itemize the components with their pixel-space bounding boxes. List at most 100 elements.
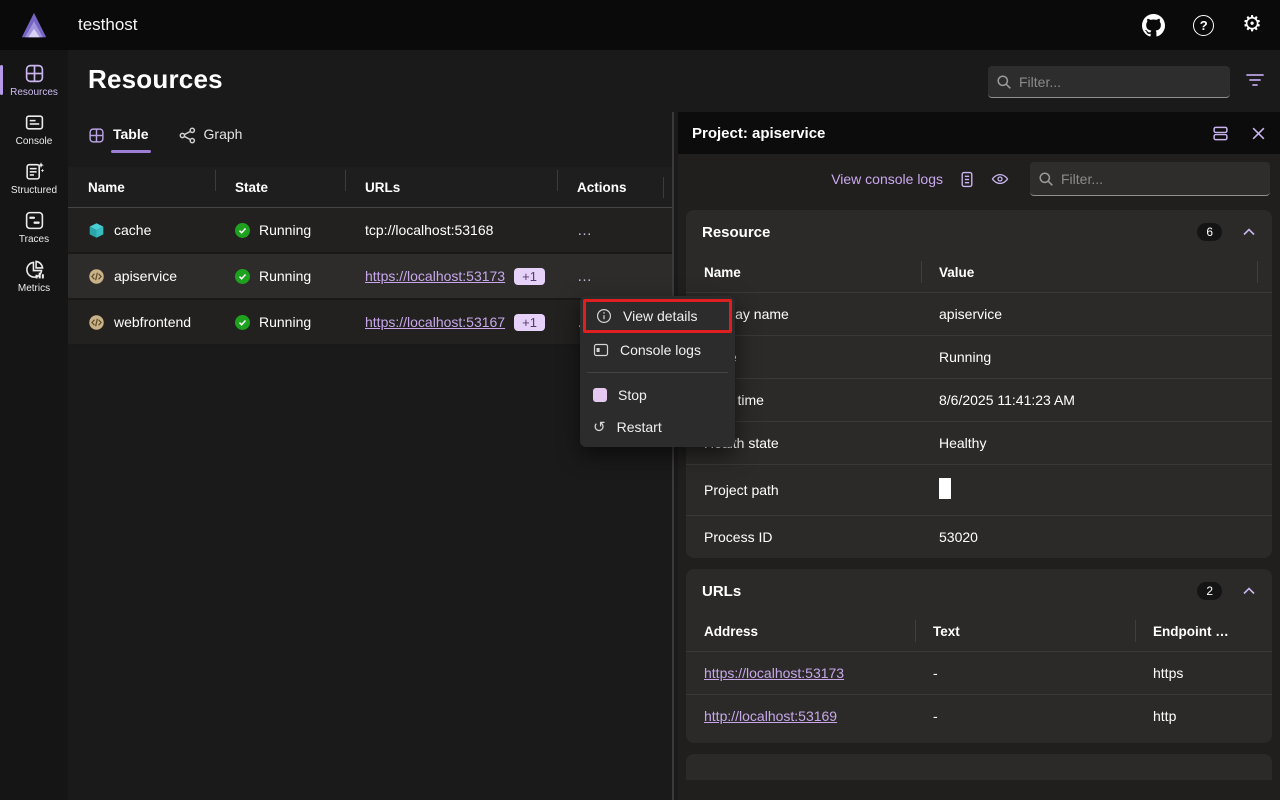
column-header-actions: Actions [557,180,663,195]
resources-table-header: Name State URLs Actions [68,167,672,208]
filter-icon[interactable] [1245,73,1265,87]
collapse-chevron-icon[interactable] [1242,586,1256,596]
section-count-badge: 6 [1197,223,1222,241]
sidebar: Resources Console Structured Traces [0,50,68,800]
table-row-apiservice[interactable]: apiservice Running https://localhost:531… [68,254,672,300]
address-link[interactable]: http://localhost:53169 [704,708,837,724]
menu-item-console-logs[interactable]: Console logs [583,334,732,366]
resources-filter-input[interactable] [1012,74,1222,90]
kv-row: State Running [686,335,1272,378]
url-count-badge[interactable]: +1 [514,314,545,331]
stop-icon [593,388,607,402]
split-panel-icon[interactable] [1212,125,1229,142]
details-panel-header: Project: apiservice [678,112,1280,154]
table-grid-icon [88,127,105,144]
url-column-address: Address [686,611,915,651]
state-label: Running [259,222,311,238]
view-console-logs-link[interactable]: View console logs [831,171,943,187]
tab-graph[interactable]: Graph [179,126,243,144]
kv-row: Display name apiservice [686,292,1272,335]
url-count-badge[interactable]: +1 [514,268,545,285]
sidebar-item-label: Resources [10,87,58,98]
console-icon [24,112,45,133]
menu-divider [587,372,728,373]
sidebar-item-metrics[interactable]: Metrics [0,252,68,301]
endpoint-name: https [1135,665,1272,681]
view-tabs: Table Graph [68,112,672,158]
kv-row: Process ID 53020 [686,515,1272,558]
url-link[interactable]: https://localhost:53167 [365,314,505,330]
url-text-value: - [915,708,1135,724]
container-icon [88,222,105,239]
url-text: tcp://localhost:53168 [365,222,493,238]
help-icon[interactable]: ? [1193,15,1214,36]
row-actions-button[interactable]: … [577,268,593,285]
github-icon[interactable] [1142,14,1165,37]
url-row: https://localhost:53173 - https [686,651,1272,694]
raw-text-icon[interactable] [960,171,974,188]
search-icon [996,74,1012,90]
eye-icon[interactable] [991,172,1009,186]
sidebar-item-resources[interactable]: Resources [0,56,68,105]
row-context-menu: View details Console logs Stop ↺ Restart [580,296,735,447]
graph-icon [179,127,196,144]
property-name: Project path [686,482,921,498]
sidebar-item-traces[interactable]: Traces [0,203,68,252]
collapse-chevron-icon[interactable] [1242,227,1256,237]
sidebar-item-label: Console [16,136,53,147]
restart-icon: ↺ [593,420,606,435]
sidebar-item-console[interactable]: Console [0,105,68,154]
details-title: Project: apiservice [692,125,825,142]
column-header-state: State [215,180,345,195]
url-text-value: - [915,665,1135,681]
url-link[interactable]: https://localhost:53173 [365,268,505,284]
details-filter-input[interactable] [1054,171,1262,187]
kv-row: Project path [686,464,1272,515]
address-link[interactable]: https://localhost:53173 [704,665,844,681]
close-icon[interactable] [1251,126,1266,141]
url-row: http://localhost:53169 - http [686,694,1272,737]
tab-table[interactable]: Table [88,126,149,144]
project-icon [88,268,105,285]
property-value: 53020 [921,529,1272,545]
column-header-urls: URLs [345,180,557,195]
masked-value [939,478,951,499]
menu-item-view-details[interactable]: View details [586,302,729,330]
row-actions-button[interactable]: … [577,222,593,239]
state-label: Running [259,268,311,284]
column-header-name: Name [68,180,215,195]
sidebar-item-label: Structured [11,185,57,196]
project-icon [88,314,105,331]
details-toolbar: View console logs [678,154,1280,204]
sidebar-item-label: Traces [19,234,49,245]
property-value: Healthy [921,435,1272,451]
running-check-icon [235,223,250,238]
section-count-badge: 2 [1197,582,1222,600]
traces-icon [24,210,45,231]
resources-filter [988,66,1230,98]
settings-gear-icon[interactable]: ⚙ [1242,14,1262,36]
menu-item-restart[interactable]: ↺ Restart [583,411,732,443]
resource-section: Resource 6 Name Value Display name apise… [686,210,1272,558]
property-value: Running [921,349,1272,365]
search-icon [1038,171,1054,187]
topbar: testhost ? ⚙ [0,0,1280,50]
table-row-cache[interactable]: cache Running tcp://localhost:53168 … [68,208,672,254]
metrics-icon [24,259,45,280]
urls-section: URLs 2 Address Text Endpoint … https://l… [686,569,1272,743]
section-title: Resource [702,224,1197,241]
console-logs-icon [593,343,609,357]
menu-item-stop[interactable]: Stop [583,379,732,411]
kv-column-value: Value [921,252,1272,292]
structured-logs-icon [24,161,45,182]
sidebar-item-structured[interactable]: Structured [0,154,68,203]
property-value: 8/6/2025 11:41:23 AM [921,392,1272,408]
info-icon [596,308,612,324]
resources-view: Table Graph Name State URLs Actions [68,112,672,800]
url-column-endpoint: Endpoint … [1135,611,1272,651]
kv-row: Start time 8/6/2025 11:41:23 AM [686,378,1272,421]
page-title: Resources [88,64,223,95]
resource-name: cache [114,222,151,238]
section-title: URLs [702,583,1197,600]
kv-row: Health state Healthy [686,421,1272,464]
